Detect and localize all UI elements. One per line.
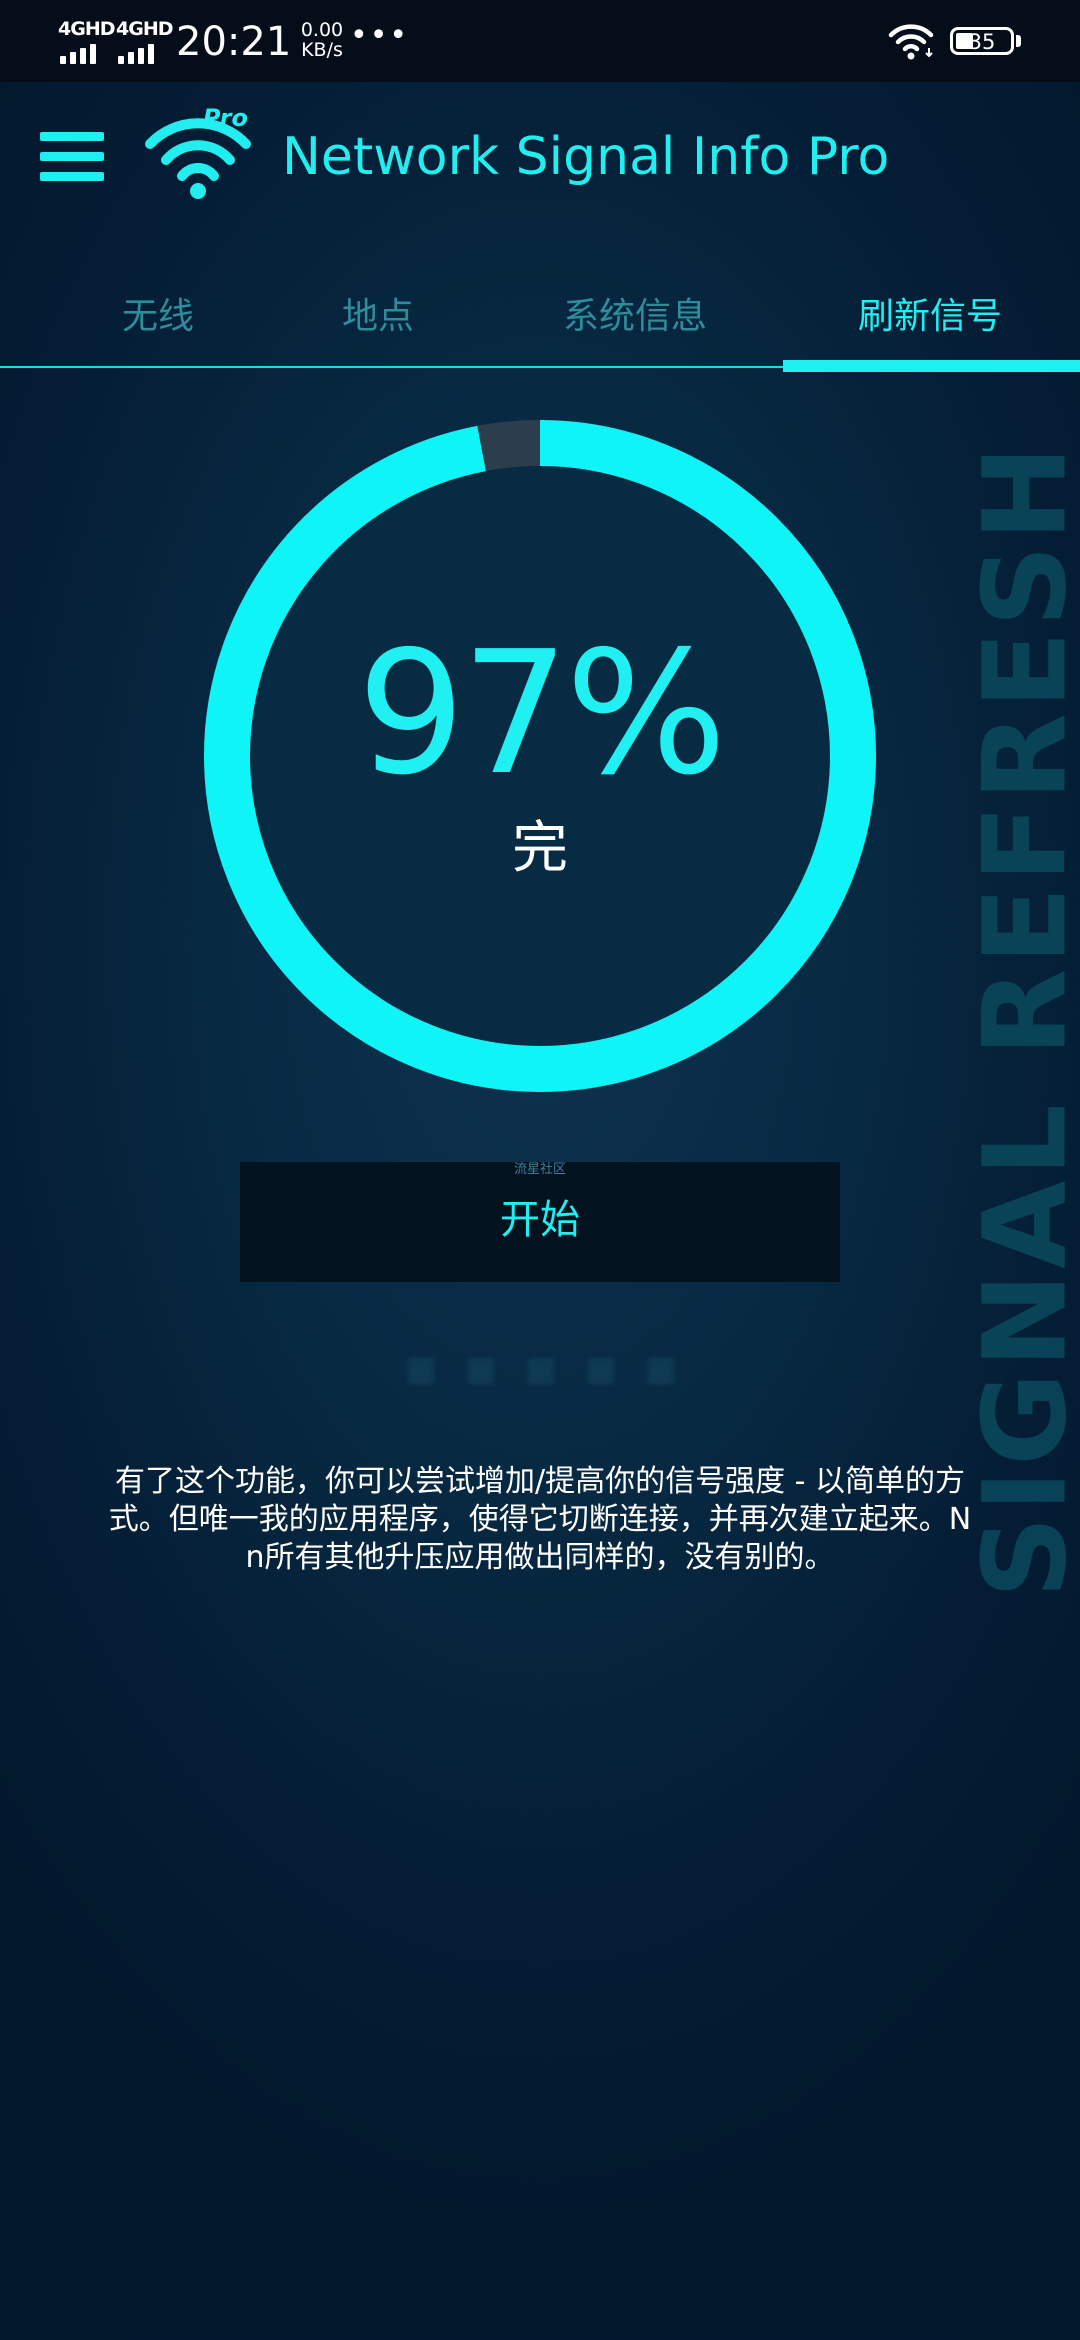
network-type-label: 4GHD xyxy=(116,18,173,40)
start-button[interactable]: 流星社区 开始 xyxy=(240,1162,840,1282)
page-dot xyxy=(648,1358,674,1384)
speed-unit: KB/s xyxy=(301,39,343,61)
active-tab-indicator xyxy=(783,360,1080,372)
tab-wireless[interactable]: 无线 xyxy=(98,292,218,342)
signal-bars-icon xyxy=(118,44,154,64)
speed-value: 0.00 xyxy=(300,19,344,41)
page-dot xyxy=(588,1358,614,1384)
feature-description: 有了这个功能，你可以尝试增加/提高你的信号强度 - 以简单的方式。但唯一我的应用… xyxy=(108,1464,972,1575)
progress-gauge: 97% 完 xyxy=(203,419,877,1093)
menu-icon[interactable] xyxy=(40,132,104,182)
mobile-signal-2: 4GHD xyxy=(116,18,174,64)
mobile-signal-1: 4GHD xyxy=(58,18,116,64)
battery-cap xyxy=(1016,35,1021,47)
page-dot xyxy=(408,1358,434,1384)
signal-refresh-watermark: SIGNAL REFRESH xyxy=(958,441,1080,1599)
tab-system-info[interactable]: 系统信息 xyxy=(545,292,725,342)
tab-refresh-signal[interactable]: 刷新信号 xyxy=(840,292,1020,342)
progress-percentage: 97% xyxy=(357,615,727,813)
tab-bar: 无线 地点 系统信息 刷新信号 xyxy=(0,270,1080,372)
progress-status: 完 xyxy=(512,816,568,881)
logo-badge: Pro xyxy=(203,104,248,132)
tab-location[interactable]: 地点 xyxy=(318,292,438,342)
page-dot xyxy=(468,1358,494,1384)
wifi-status-icon xyxy=(887,22,935,66)
app-title: Network Signal Info Pro xyxy=(282,127,890,187)
start-button-label: 开始 xyxy=(500,1197,580,1243)
network-speed: 0.00 KB/s xyxy=(292,20,352,60)
page-dot xyxy=(528,1358,554,1384)
signal-bars-icon xyxy=(60,44,96,64)
page-indicator xyxy=(0,1358,1080,1384)
status-clock: 20:21 xyxy=(176,19,292,65)
battery-level: 35 xyxy=(968,30,996,54)
start-button-tag: 流星社区 xyxy=(513,1162,566,1177)
app-logo: Pro xyxy=(142,102,254,206)
status-bar: 4GHD 4GHD 20:21 0.00 KB/s ••• 35 xyxy=(0,0,1080,82)
more-notifications-icon: ••• xyxy=(350,18,410,53)
network-type-label: 4GHD xyxy=(58,18,115,40)
battery-icon: 35 xyxy=(950,27,1014,55)
